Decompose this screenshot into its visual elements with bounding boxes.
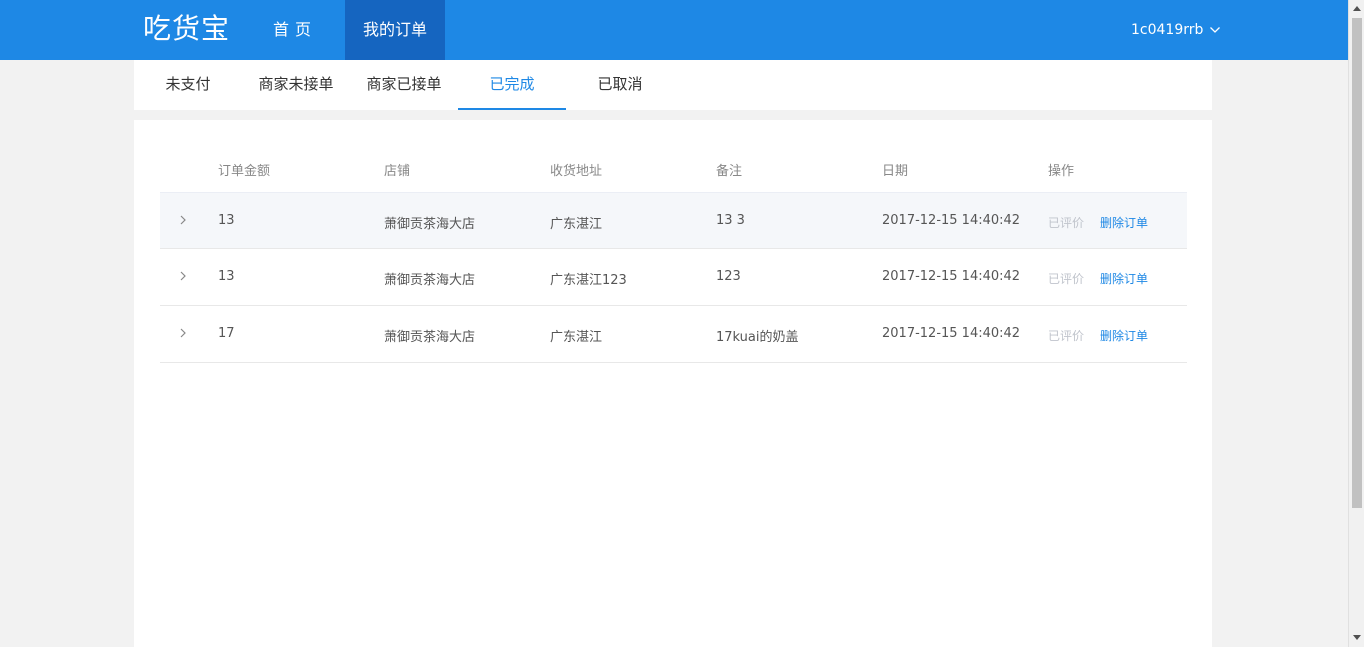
- delete-order-button[interactable]: 删除订单: [1100, 214, 1148, 231]
- nav-home[interactable]: 首页: [255, 0, 335, 60]
- tab-unpaid[interactable]: 未支付: [134, 60, 242, 110]
- expand-row-button[interactable]: [178, 326, 192, 342]
- rated-status: 已评价: [1048, 329, 1085, 343]
- table-row[interactable]: 13 萧御贡茶海大店 广东湛江 13 3 2017-12-15 14:40:42…: [160, 192, 1187, 249]
- column-header-shop: 店铺: [384, 164, 411, 179]
- column-header-actions: 操作: [1048, 164, 1075, 179]
- order-address: 广东湛江123: [550, 273, 627, 288]
- order-address: 广东湛江: [550, 330, 603, 345]
- order-amount: 17: [218, 326, 235, 341]
- scrollbar-thumb[interactable]: [1352, 18, 1362, 508]
- column-header-note: 备注: [716, 164, 743, 179]
- order-note: 123: [716, 269, 741, 284]
- order-date: 2017-12-15 14:40:42: [882, 213, 1021, 228]
- order-shop: 萧御贡茶海大店: [384, 217, 476, 232]
- order-date: 2017-12-15 14:40:42: [882, 326, 1021, 341]
- column-header-date: 日期: [882, 164, 909, 179]
- tab-cancelled[interactable]: 已取消: [566, 60, 674, 110]
- order-address: 广东湛江: [550, 217, 603, 232]
- order-note: 17kuai的奶盖: [716, 330, 799, 345]
- order-amount: 13: [218, 213, 235, 228]
- rated-status: 已评价: [1048, 272, 1085, 286]
- chevron-right-icon: [180, 215, 186, 225]
- table-row[interactable]: 17 萧御贡茶海大店 广东湛江 17kuai的奶盖 2017-12-15 14:…: [160, 306, 1187, 363]
- nav-my-orders[interactable]: 我的订单: [345, 0, 445, 60]
- order-date: 2017-12-15 14:40:42: [882, 269, 1021, 284]
- column-header-amount: 订单金额: [218, 164, 271, 179]
- table-row[interactable]: 13 萧御贡茶海大店 广东湛江123 123 2017-12-15 14:40:…: [160, 249, 1187, 306]
- expand-row-button[interactable]: [178, 269, 192, 285]
- tab-merchant-not-accepted[interactable]: 商家未接单: [242, 60, 350, 110]
- delete-order-button[interactable]: 删除订单: [1100, 270, 1148, 287]
- order-amount: 13: [218, 269, 235, 284]
- rated-status: 已评价: [1048, 216, 1085, 230]
- order-shop: 萧御贡茶海大店: [384, 330, 476, 345]
- top-navbar: 吃货宝 首页 我的订单 1c0419rrb: [0, 0, 1348, 60]
- column-header-address: 收货地址: [550, 164, 603, 179]
- chevron-right-icon: [180, 271, 186, 281]
- order-note: 13 3: [716, 213, 745, 228]
- delete-order-button[interactable]: 删除订单: [1100, 327, 1148, 344]
- vertical-scrollbar[interactable]: [1348, 0, 1364, 647]
- tab-completed[interactable]: 已完成: [458, 60, 566, 110]
- expand-row-button[interactable]: [178, 213, 192, 229]
- orders-panel: 订单金额 店铺 收货地址 备注 日期 操作 13 萧御贡茶海大店 广东湛江 13…: [134, 120, 1212, 647]
- order-shop: 萧御贡茶海大店: [384, 273, 476, 288]
- app-logo[interactable]: 吃货宝: [143, 11, 230, 47]
- user-menu[interactable]: 1c0419rrb: [1110, 0, 1230, 60]
- tab-merchant-accepted[interactable]: 商家已接单: [350, 60, 458, 110]
- order-status-tabs: 未支付 商家未接单 商家已接单 已完成 已取消: [134, 60, 1212, 110]
- table-header: 订单金额 店铺 收货地址 备注 日期 操作: [160, 148, 1187, 192]
- scroll-up-arrow-icon[interactable]: [1353, 6, 1361, 11]
- chevron-right-icon: [180, 328, 186, 338]
- scroll-down-arrow-icon[interactable]: [1353, 635, 1361, 640]
- chevron-down-icon: [1210, 27, 1221, 33]
- username: 1c0419rrb: [1131, 22, 1204, 38]
